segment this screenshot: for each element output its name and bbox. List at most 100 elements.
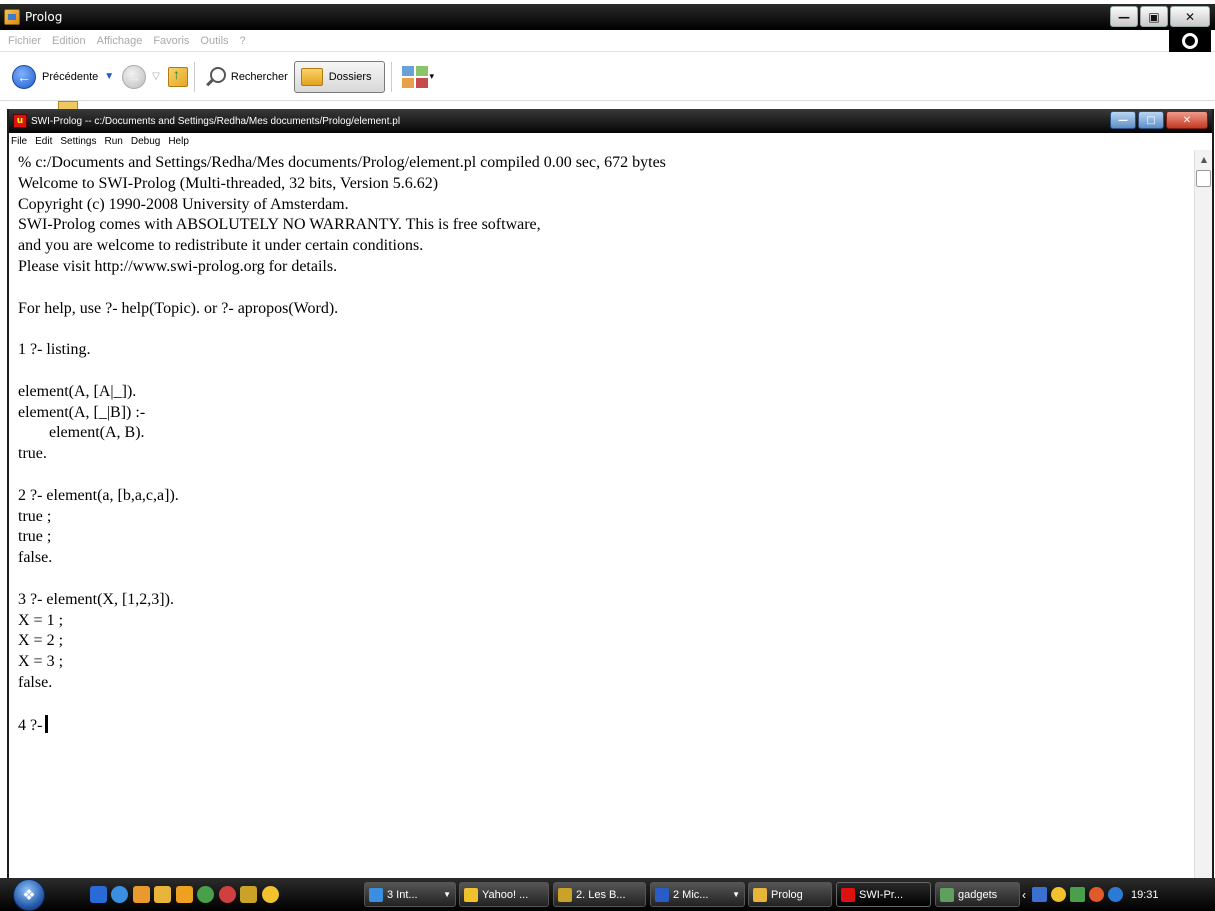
system-tray: ‹ 19:31 — [1022, 882, 1215, 907]
messenger-tray-icon[interactable] — [1051, 887, 1066, 902]
back-button-label[interactable]: Précédente — [42, 71, 98, 83]
text-cursor — [45, 714, 49, 733]
console-line: element(A, B). — [49, 424, 145, 442]
mail-icon[interactable] — [1032, 887, 1047, 902]
menu-favoris[interactable]: Favoris — [153, 35, 189, 47]
swi-menu-settings[interactable]: Settings — [60, 136, 96, 147]
views-icon[interactable] — [401, 65, 428, 88]
yahoo-messenger-icon — [464, 887, 478, 902]
swi-menu-file[interactable]: File — [11, 136, 27, 147]
maximize-button[interactable]: ▣ — [1140, 6, 1168, 27]
console-line: 3 ?- element(X, [1,2,3]). — [18, 590, 174, 608]
back-dropdown-chevron-icon[interactable]: ▼ — [104, 71, 114, 82]
swi-menu-run[interactable]: Run — [105, 136, 123, 147]
folders-button-label: Dossiers — [328, 70, 372, 83]
taskbar-button-label: Prolog — [771, 888, 803, 901]
close-button[interactable]: ✕ — [1170, 6, 1210, 27]
scrollbar-thumb[interactable] — [1196, 170, 1211, 187]
folder-app-icon — [4, 9, 20, 25]
explorer-folder-icon[interactable] — [154, 886, 171, 903]
swi-title-bar: u SWI-Prolog -- c:/Documents and Setting… — [9, 109, 1212, 133]
forward-arrow-icon[interactable]: → — [122, 64, 147, 89]
menu-help[interactable]: ? — [240, 35, 246, 47]
menu-edition[interactable]: Edition — [52, 35, 86, 47]
console-line: 2 ?- element(a, [b,a,c,a]). — [18, 486, 179, 504]
internet-explorer-icon[interactable] — [111, 886, 128, 903]
taskbar-button[interactable]: Yahoo! ... — [459, 882, 549, 907]
word-icon — [655, 887, 669, 902]
media-player-icon[interactable] — [176, 886, 193, 903]
tray-expand-chevron-icon[interactable]: ‹ — [1022, 888, 1026, 902]
gadgets-icon — [940, 887, 954, 902]
console-line: % c:/Documents and Settings/Redha/Mes do… — [18, 154, 666, 171]
console-line: element(A, [A|_]). — [18, 382, 137, 400]
swi-menu-debug[interactable]: Debug — [131, 136, 160, 147]
address-bar-remnant — [0, 101, 1215, 109]
console-line: true ; — [18, 528, 52, 546]
console-line: X = 2 ; — [18, 632, 64, 650]
show-desktop-icon[interactable] — [90, 886, 107, 903]
yahoo-messenger-quicklaunch-icon[interactable] — [262, 886, 279, 903]
menu-fichier[interactable]: Fichier — [8, 35, 41, 47]
menu-outils[interactable]: Outils — [200, 35, 228, 47]
swi-prolog-icon: u — [13, 114, 27, 128]
taskbar-group-chevron-icon: ▼ — [732, 890, 740, 899]
taskbar-button[interactable]: Prolog — [748, 882, 832, 907]
explorer-window-title: Prolog — [25, 10, 63, 24]
swi-menu-edit[interactable]: Edit — [35, 136, 52, 147]
swi-close-button[interactable]: ✕ — [1166, 111, 1208, 129]
network-tray-icon[interactable] — [1070, 887, 1085, 902]
taskbar-button-label: Yahoo! ... — [482, 888, 529, 901]
taskbar-button[interactable]: 2 Mic... ▼ — [650, 882, 745, 907]
explorer-toolbar: ← Précédente ▼ → ▽ Rechercher Dossiers ▾ — [0, 53, 1215, 101]
swi-menu-help[interactable]: Help — [168, 136, 189, 147]
prolog-console[interactable]: % c:/Documents and Settings/Redha/Mes do… — [9, 150, 1196, 878]
antivirus-tray-icon[interactable] — [1089, 887, 1104, 902]
console-line: SWI-Prolog comes with ABSOLUTELY NO WARR… — [18, 216, 541, 234]
opera-icon[interactable] — [219, 886, 236, 903]
forward-dropdown-chevron-icon[interactable]: ▽ — [152, 71, 160, 82]
folder-up-icon[interactable] — [167, 66, 188, 87]
taskbar-button[interactable]: 3 Int... ▼ — [364, 882, 456, 907]
folders-button[interactable]: Dossiers — [293, 60, 385, 93]
console-line: Copyright (c) 1990-2008 University of Am… — [18, 195, 349, 213]
tool-icon — [558, 887, 572, 902]
swi-minimize-button[interactable]: — — [1110, 111, 1136, 129]
taskbar-button-label: 3 Int... — [387, 888, 418, 901]
console-scrollbar[interactable]: ▲ — [1194, 150, 1212, 878]
taskbar-button-label: 2 Mic... — [673, 888, 709, 901]
firefox-icon[interactable] — [133, 886, 150, 903]
swi-maximize-button[interactable]: □ — [1138, 111, 1164, 129]
toolbar-separator — [390, 61, 392, 92]
taskbar-button[interactable]: SWI-Pr... — [836, 882, 931, 907]
start-button[interactable]: ❖ — [6, 878, 52, 911]
swi-window-title: SWI-Prolog -- c:/Documents and Settings/… — [31, 115, 401, 127]
volume-tray-icon[interactable] — [1108, 887, 1123, 902]
console-line: false. — [18, 549, 53, 567]
tool-icon[interactable] — [240, 886, 257, 903]
taskbar-button[interactable]: 2. Les B... — [553, 882, 646, 907]
console-line: false. — [18, 673, 53, 691]
menu-affichage[interactable]: Affichage — [97, 35, 143, 47]
console-line: and you are welcome to redistribute it u… — [18, 237, 424, 255]
taskbar-button[interactable]: gadgets — [935, 882, 1020, 907]
address-folder-icon — [58, 101, 78, 109]
taskbar-button-label: SWI-Pr... — [859, 888, 903, 901]
taskbar-group-chevron-icon: ▼ — [443, 890, 451, 899]
views-dropdown-chevron-icon[interactable]: ▾ — [430, 71, 435, 82]
minimize-button[interactable]: — — [1110, 6, 1138, 27]
search-icon[interactable] — [205, 66, 226, 87]
console-line: true. — [18, 445, 47, 463]
scroll-up-arrow-icon[interactable]: ▲ — [1195, 150, 1213, 168]
back-arrow-icon[interactable]: ← — [12, 64, 36, 89]
windows-logo-icon — [1169, 30, 1211, 52]
clock[interactable]: 19:31 — [1131, 889, 1159, 901]
network-icon[interactable] — [197, 886, 214, 903]
search-button-label[interactable]: Rechercher — [231, 71, 288, 83]
